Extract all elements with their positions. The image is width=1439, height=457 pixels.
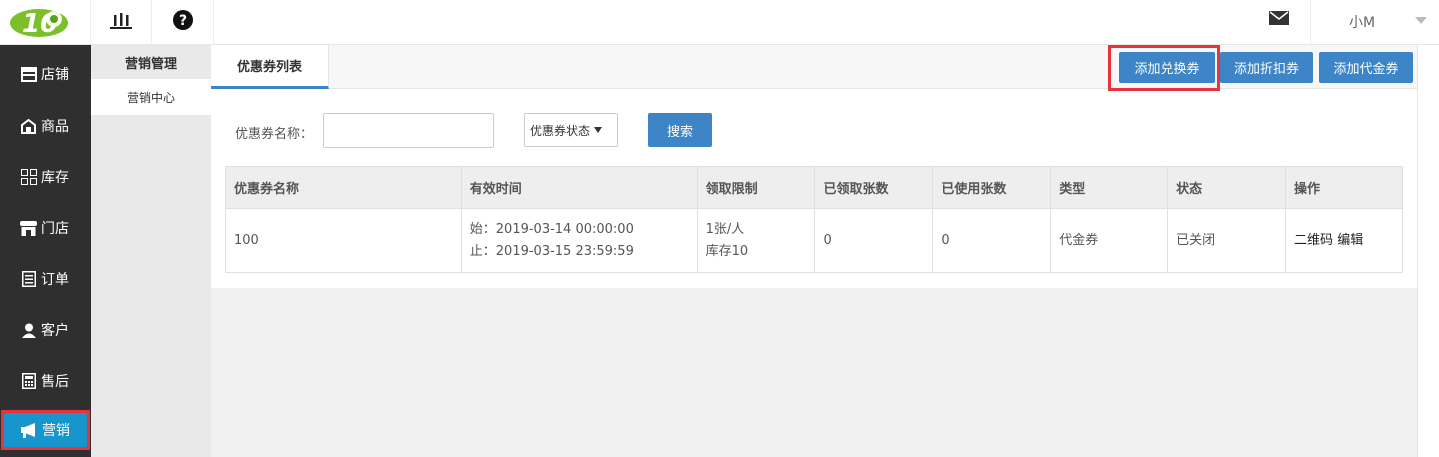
logo-10-icon[interactable]: 10 bbox=[8, 2, 70, 40]
main-content: 优惠券列表 添加兑换券 添加折扣券 添加代金券 优惠券名称： 优惠券状态 搜索 … bbox=[211, 45, 1417, 288]
coupon-name-input[interactable] bbox=[323, 113, 494, 148]
col-header-used: 已使用张数 bbox=[932, 166, 1052, 209]
cell-type: 代金券 bbox=[1050, 208, 1169, 273]
store-icon bbox=[20, 66, 37, 83]
megaphone-icon bbox=[21, 422, 38, 439]
cell-valid-time: 始：2019-03-14 00:00:00 止：2019-03-15 23:59… bbox=[460, 208, 698, 273]
sidebar-item-customers[interactable]: 客户 bbox=[0, 310, 91, 350]
envelope-icon bbox=[1269, 11, 1289, 29]
goods-icon bbox=[20, 118, 37, 135]
sidebar-item-label: 营销 bbox=[42, 423, 70, 439]
chevron-down-icon bbox=[1415, 17, 1427, 24]
user-name: 小M bbox=[1349, 15, 1376, 31]
stats-button[interactable] bbox=[90, 0, 152, 44]
sidebar-item-shop[interactable]: 门店 bbox=[0, 208, 91, 248]
tab-coupon-list[interactable]: 优惠券列表 bbox=[211, 45, 329, 89]
question-circle-icon: ? bbox=[172, 10, 193, 34]
qrcode-link[interactable]: 二维码 bbox=[1294, 233, 1333, 248]
sidebar-item-label: 门店 bbox=[41, 221, 69, 237]
valid-end: 止：2019-03-15 23:59:59 bbox=[469, 243, 634, 259]
coupon-name-label: 优惠券名称： bbox=[235, 127, 314, 142]
add-discount-coupon-button[interactable]: 添加折扣券 bbox=[1220, 52, 1313, 83]
search-button[interactable]: 搜索 bbox=[648, 113, 712, 147]
caret-down-icon bbox=[594, 127, 603, 133]
valid-start: 始：2019-03-14 00:00:00 bbox=[469, 221, 634, 237]
coupon-table: 优惠券名称 有效时间 领取限制 已领取张数 已使用张数 类型 状态 操作 100… bbox=[225, 166, 1403, 273]
calculator-icon bbox=[20, 373, 37, 390]
cell-received: 0 bbox=[814, 208, 934, 273]
limit-stock: 库存10 bbox=[705, 243, 749, 259]
col-header-status: 状态 bbox=[1167, 166, 1287, 209]
order-icon bbox=[20, 271, 37, 288]
col-header-type: 类型 bbox=[1050, 166, 1169, 209]
svg-text:?: ? bbox=[178, 13, 186, 29]
subnav-item-marketing-center[interactable]: 营销中心 bbox=[91, 79, 211, 115]
sidebar-item-marketing[interactable]: 营销 bbox=[1, 410, 90, 450]
sidebar-item-inventory[interactable]: 库存 bbox=[0, 157, 91, 197]
col-header-name: 优惠券名称 bbox=[225, 166, 462, 209]
limit-per-person: 1张/人 bbox=[705, 221, 745, 237]
mail-button[interactable] bbox=[1262, 6, 1296, 34]
shop-icon bbox=[20, 220, 37, 237]
cell-actions: 二维码 编辑 bbox=[1285, 208, 1403, 273]
col-header-actions: 操作 bbox=[1285, 166, 1403, 209]
sidebar-item-orders[interactable]: 订单 bbox=[0, 259, 91, 299]
sidebar-item-label: 商品 bbox=[41, 119, 69, 135]
col-header-valid-time: 有效时间 bbox=[460, 166, 698, 209]
sidebar-item-label: 客户 bbox=[41, 323, 69, 339]
coupon-status-select-value: 优惠券状态 bbox=[530, 123, 591, 138]
sidebar-item-label: 售后 bbox=[41, 374, 69, 390]
cell-name: 100 bbox=[225, 208, 462, 273]
cell-limit: 1张/人 库存10 bbox=[696, 208, 816, 273]
cell-status: 已关闭 bbox=[1167, 208, 1287, 273]
add-cash-coupon-button[interactable]: 添加代金券 bbox=[1319, 52, 1413, 83]
top-bar: 10 ? 小M bbox=[0, 0, 1439, 45]
bar-chart-icon bbox=[110, 11, 132, 33]
sidebar-item-label: 库存 bbox=[41, 170, 69, 186]
cell-used: 0 bbox=[932, 208, 1052, 273]
col-header-received: 已领取张数 bbox=[814, 166, 934, 209]
table-header-row: 优惠券名称 有效时间 领取限制 已领取张数 已使用张数 类型 状态 操作 bbox=[225, 166, 1403, 209]
col-header-limit: 领取限制 bbox=[696, 166, 816, 209]
sidebar-item-goods[interactable]: 商品 bbox=[0, 106, 91, 146]
sub-sidebar: 营销管理 营销中心 bbox=[91, 45, 211, 457]
right-scroll-edge bbox=[1417, 45, 1439, 457]
help-button[interactable]: ? bbox=[152, 0, 214, 44]
grid-icon bbox=[20, 169, 37, 186]
sidebar-item-aftersales[interactable]: 售后 bbox=[0, 361, 91, 401]
sidebar-item-label: 店铺 bbox=[41, 67, 69, 83]
main-sidebar: 店铺 商品 库存 门店 订单 客户 售后 营销 bbox=[0, 45, 91, 457]
sidebar-item-store[interactable]: 店铺 bbox=[0, 54, 91, 94]
tab-bar: 优惠券列表 添加兑换券 添加折扣券 添加代金券 bbox=[211, 45, 1417, 91]
edit-link[interactable]: 编辑 bbox=[1337, 233, 1363, 248]
user-menu[interactable]: 小M bbox=[1310, 0, 1439, 44]
subnav-title: 营销管理 bbox=[124, 56, 177, 72]
coupon-status-select[interactable]: 优惠券状态 bbox=[524, 113, 618, 147]
user-icon bbox=[20, 322, 37, 339]
add-exchange-coupon-button[interactable]: 添加兑换券 bbox=[1119, 52, 1215, 83]
table-row: 100 始：2019-03-14 00:00:00 止：2019-03-15 2… bbox=[225, 208, 1403, 273]
sidebar-item-label: 订单 bbox=[41, 272, 69, 288]
